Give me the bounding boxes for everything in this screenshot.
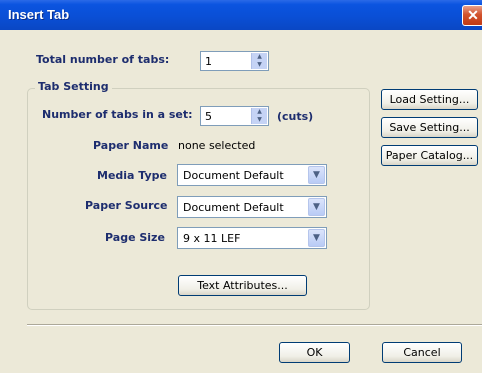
- tabs-in-set-label: Number of tabs in a set:: [42, 108, 193, 121]
- paper-source-select[interactable]: Document Default ▼: [177, 196, 327, 218]
- footer-divider: [27, 324, 482, 326]
- spin-down-icon[interactable]: ▼: [252, 61, 267, 69]
- spinner-arrows[interactable]: ▲ ▼: [251, 53, 267, 69]
- total-tabs-value[interactable]: 1: [205, 55, 212, 68]
- total-tabs-spinner[interactable]: 1 ▲ ▼: [200, 51, 269, 71]
- page-size-label: Page Size: [105, 231, 165, 244]
- load-setting-button[interactable]: Load Setting...: [381, 89, 478, 110]
- spin-up-icon[interactable]: ▲: [252, 108, 267, 116]
- tabs-in-set-unit: (cuts): [277, 110, 314, 123]
- tabs-in-set-value[interactable]: 5: [205, 110, 212, 123]
- paper-source-value[interactable]: Document Default: [183, 201, 284, 214]
- media-type-label: Media Type: [97, 169, 168, 182]
- close-button[interactable]: ✕: [462, 5, 482, 26]
- paper-source-label: Paper Source: [85, 199, 168, 212]
- paper-catalog-button[interactable]: Paper Catalog...: [381, 145, 478, 166]
- title-bar: Insert Tab ✕: [0, 0, 482, 30]
- chevron-down-icon[interactable]: ▼: [308, 229, 325, 247]
- page-size-select[interactable]: 9 x 11 LEF ▼: [177, 227, 327, 249]
- spin-up-icon[interactable]: ▲: [252, 53, 267, 61]
- window-title: Insert Tab: [8, 7, 70, 22]
- paper-name-value: none selected: [178, 139, 256, 152]
- page-size-value[interactable]: 9 x 11 LEF: [183, 232, 240, 245]
- spinner-arrows[interactable]: ▲ ▼: [251, 108, 267, 124]
- spin-down-icon[interactable]: ▼: [252, 116, 267, 124]
- tabs-in-set-spinner[interactable]: 5 ▲ ▼: [200, 106, 269, 126]
- media-type-select[interactable]: Document Default ▼: [177, 164, 327, 186]
- chevron-down-icon[interactable]: ▼: [308, 166, 325, 184]
- media-type-value[interactable]: Document Default: [183, 169, 284, 182]
- total-tabs-label: Total number of tabs:: [36, 53, 170, 66]
- chevron-down-icon[interactable]: ▼: [308, 198, 325, 216]
- tab-setting-title: Tab Setting: [35, 80, 112, 93]
- ok-button[interactable]: OK: [279, 342, 350, 363]
- paper-name-label: Paper Name: [93, 139, 169, 152]
- close-icon: ✕: [467, 7, 479, 23]
- save-setting-button[interactable]: Save Setting...: [381, 117, 478, 138]
- cancel-button[interactable]: Cancel: [382, 342, 462, 363]
- text-attributes-button[interactable]: Text Attributes...: [178, 275, 307, 296]
